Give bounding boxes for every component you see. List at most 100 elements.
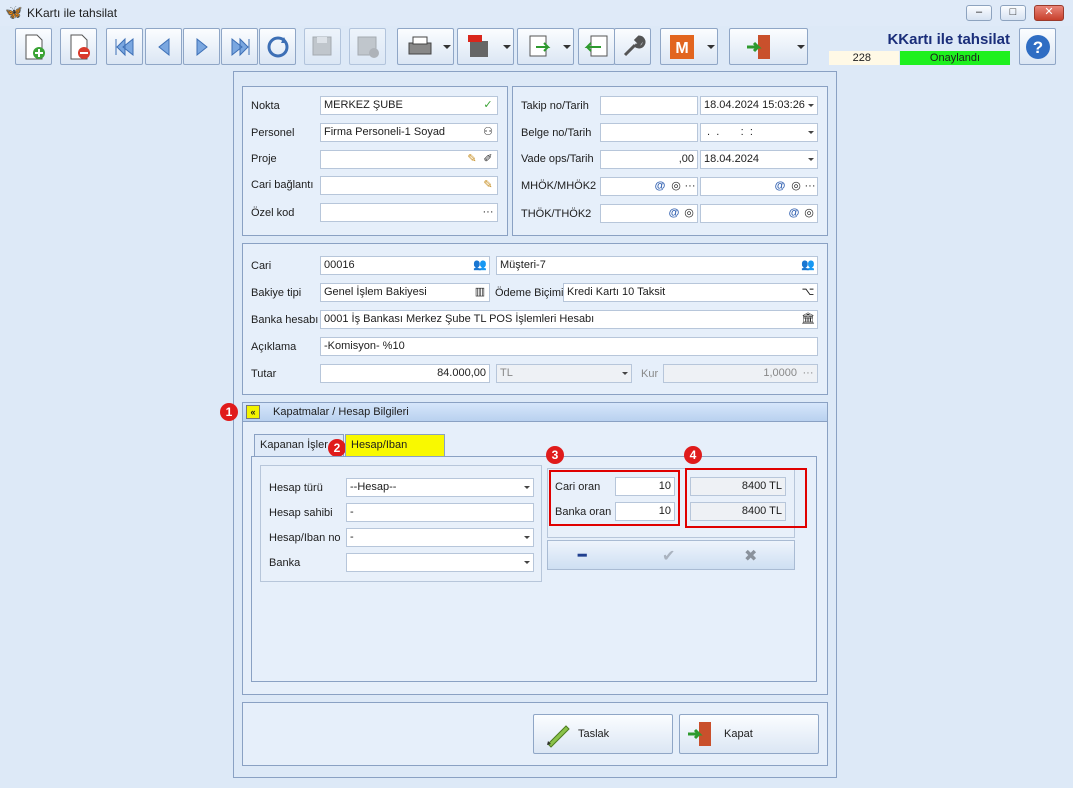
- eraser-icon[interactable]: ✎: [481, 179, 495, 192]
- ellipsis-icon[interactable]: ···: [683, 180, 697, 193]
- help-button[interactable]: ?: [1019, 28, 1056, 65]
- check-icon[interactable]: ✔: [662, 546, 675, 566]
- export-button[interactable]: [517, 28, 574, 65]
- vade-label: Vade ops/Tarih: [521, 153, 594, 165]
- ellipsis-icon[interactable]: ···: [803, 180, 817, 193]
- first-record-button[interactable]: [106, 28, 143, 65]
- cari-baglanti-field[interactable]: ✎: [320, 176, 498, 195]
- banka-oran-field[interactable]: 10: [615, 502, 675, 521]
- view-icon[interactable]: ◎: [682, 207, 696, 220]
- bank-icon[interactable]: 🏛: [801, 313, 815, 326]
- delete-doc-icon: [70, 34, 90, 59]
- banka-select[interactable]: [346, 553, 534, 572]
- users-icon[interactable]: 👥: [801, 259, 815, 272]
- last-record-button[interactable]: [221, 28, 258, 65]
- users-icon[interactable]: 👥: [473, 259, 487, 272]
- cancel-button[interactable]: [349, 28, 386, 65]
- window-title: KKartı ile tahsilat: [27, 6, 118, 20]
- export-icon: [529, 35, 550, 56]
- cari-label: Cari: [251, 260, 272, 272]
- thok-field[interactable]: @ ◎: [600, 204, 698, 223]
- mhok2-field[interactable]: @ ◎ ···: [700, 177, 818, 196]
- cari-kod-field[interactable]: 00016 👥: [320, 256, 490, 275]
- doviz-select[interactable]: TL: [496, 364, 632, 383]
- exit-button[interactable]: [729, 28, 808, 65]
- next-record-button[interactable]: [183, 28, 220, 65]
- hesap-turu-label: Hesap türü: [269, 482, 323, 494]
- proje-field[interactable]: ✎ ✐: [320, 150, 498, 169]
- annotation-badge-1: 1: [220, 403, 238, 421]
- maximize-button[interactable]: □: [1000, 5, 1026, 21]
- takip-no-field[interactable]: [600, 96, 698, 115]
- at-icon[interactable]: @: [653, 180, 667, 193]
- view-icon[interactable]: ◎: [669, 180, 683, 193]
- cari-ad-field[interactable]: Müşteri-7 👥: [496, 256, 818, 275]
- tab-hesap-iban[interactable]: Hesap/Iban Bilgileri: [345, 434, 445, 471]
- m-module-button[interactable]: M: [660, 28, 718, 65]
- import-button[interactable]: [578, 28, 615, 65]
- minimize-button[interactable]: –: [966, 5, 992, 21]
- bakiye-field[interactable]: Genel İşlem Bakiyesi ▥: [320, 283, 490, 302]
- ozel-kod-field[interactable]: ···: [320, 203, 498, 222]
- close-button[interactable]: ✕: [1034, 5, 1064, 21]
- view-icon[interactable]: ◎: [789, 180, 803, 193]
- minus-icon[interactable]: ━: [578, 547, 586, 564]
- cari-oran-label: Cari oran: [555, 481, 601, 493]
- belge-tarih-field[interactable]: . . : :: [700, 123, 818, 142]
- banka-field[interactable]: 0001 İş Bankası Merkez Şube TL POS İşlem…: [320, 310, 818, 329]
- personel-field[interactable]: Firma Personeli-1 Soyad ⚇: [320, 123, 498, 142]
- record-number: 228: [829, 51, 899, 65]
- print-button[interactable]: [397, 28, 454, 65]
- collapse-chevron-icon[interactable]: «: [246, 405, 260, 419]
- tutar-field[interactable]: 84.000,00: [320, 364, 490, 383]
- kur-field[interactable]: 1,0000 ···: [663, 364, 818, 383]
- kapatmalar-section-header[interactable]: « Kapatmalar / Hesap Bilgileri: [242, 402, 828, 422]
- iban-select[interactable]: -: [346, 528, 534, 547]
- view-icon[interactable]: ◎: [802, 207, 816, 220]
- annotation-badge-3: 3: [546, 446, 564, 464]
- mhok-field[interactable]: @ ◎ ···: [600, 177, 698, 196]
- ellipsis-icon[interactable]: ···: [481, 206, 495, 219]
- refresh-button[interactable]: [259, 28, 296, 65]
- nokta-field[interactable]: MERKEZ ŞUBE ✓: [320, 96, 498, 115]
- title-bar: 🦋 KKartı ile tahsilat – □ ✕: [0, 0, 1073, 26]
- thok-label: THÖK/THÖK2: [521, 208, 592, 220]
- cari-oran-field[interactable]: 10: [615, 477, 675, 496]
- eraser-icon[interactable]: ✎: [465, 153, 479, 166]
- ellipsis-icon[interactable]: ···: [801, 367, 815, 380]
- vade-tarih-field[interactable]: 18.04.2024: [700, 150, 818, 169]
- left-info-panel: Nokta MERKEZ ŞUBE ✓ Personel Firma Person…: [242, 86, 508, 236]
- tree-icon[interactable]: ⌥: [801, 286, 815, 299]
- person-lookup-icon[interactable]: ⚇: [481, 126, 495, 139]
- draft-pencil-icon: [547, 725, 570, 748]
- help-icon: ?: [1025, 34, 1050, 59]
- kapat-label: Kapat: [724, 728, 753, 740]
- barcode-icon[interactable]: ▥: [473, 286, 487, 299]
- hesap-sahibi-field[interactable]: -: [346, 503, 534, 522]
- edit-icon[interactable]: ✐: [481, 153, 495, 166]
- at-icon[interactable]: @: [787, 207, 801, 220]
- taslak-button[interactable]: Taslak: [533, 714, 673, 754]
- import-icon: [584, 35, 607, 56]
- takip-tarih-field[interactable]: 18.04.2024 15:03:26: [700, 96, 818, 115]
- cancel-disabled-icon: [357, 36, 379, 58]
- banka-tutar-field: 8400 TL: [690, 502, 786, 521]
- hesap-sahibi-label: Hesap sahibi: [269, 507, 333, 519]
- prev-record-button[interactable]: [145, 28, 182, 65]
- kapat-button[interactable]: Kapat: [679, 714, 819, 754]
- new-button[interactable]: [15, 28, 52, 65]
- cross-icon[interactable]: ✖: [744, 546, 757, 566]
- vade-ops-field[interactable]: ,00: [600, 150, 698, 169]
- odeme-field[interactable]: Kredi Kartı 10 Taksit ⌥: [563, 283, 818, 302]
- tools-button[interactable]: [614, 28, 651, 65]
- pdf-button[interactable]: [457, 28, 514, 65]
- prev-icon: [157, 37, 169, 56]
- belge-no-field[interactable]: [600, 123, 698, 142]
- delete-button[interactable]: [60, 28, 97, 65]
- at-icon[interactable]: @: [773, 180, 787, 193]
- at-icon[interactable]: @: [667, 207, 681, 220]
- thok2-field[interactable]: @ ◎: [700, 204, 818, 223]
- aciklama-field[interactable]: -Komisyon- %10: [320, 337, 818, 356]
- save-button[interactable]: [304, 28, 341, 65]
- hesap-turu-select[interactable]: --Hesap--: [346, 478, 534, 497]
